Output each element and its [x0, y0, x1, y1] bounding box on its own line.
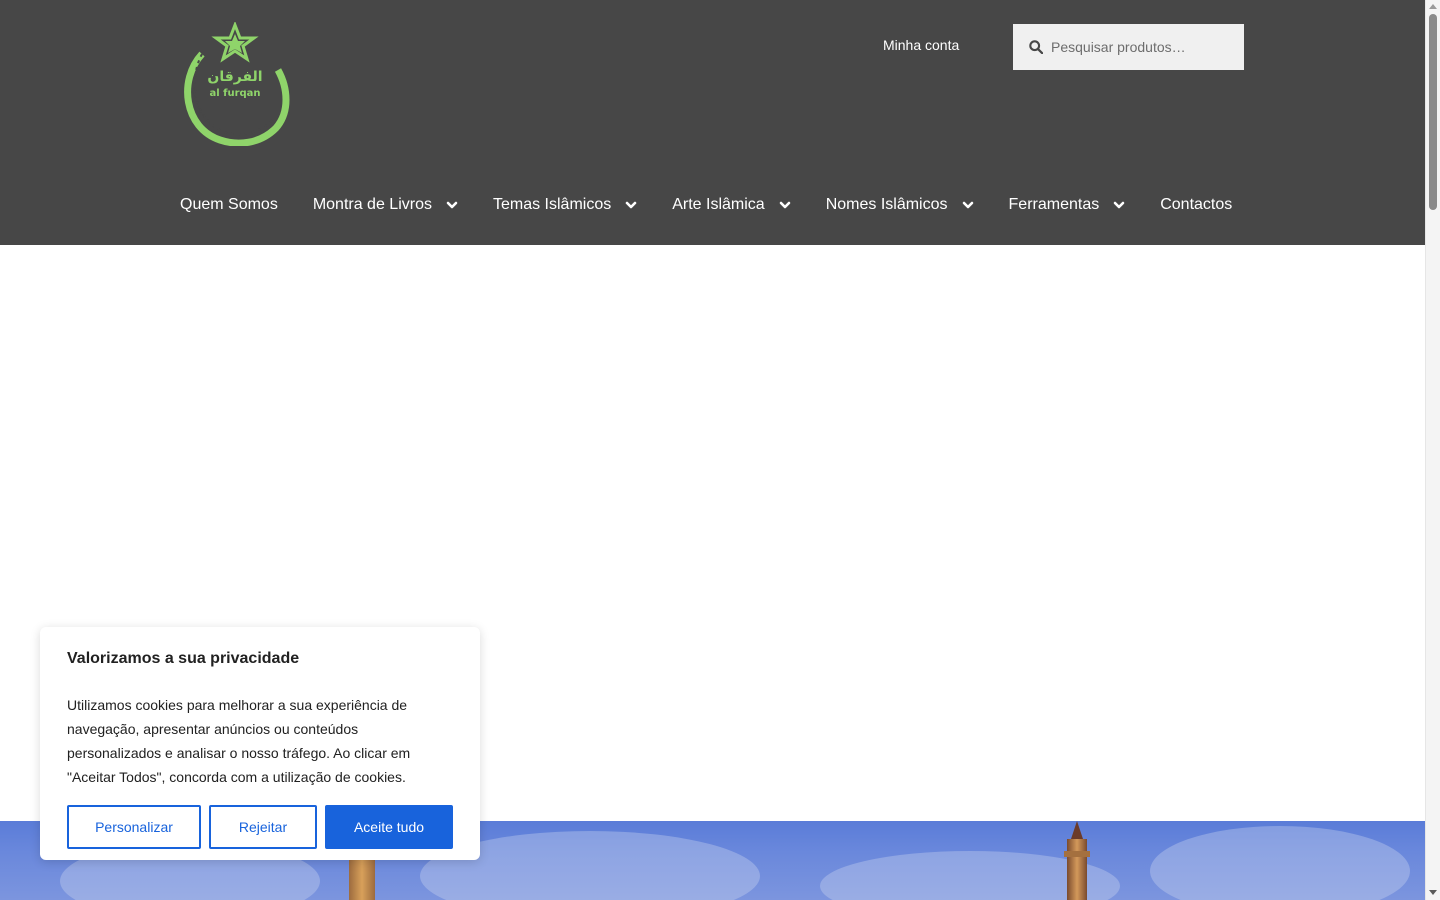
logo-arabic-text: الفرقان — [207, 69, 263, 85]
logo-latin-text: al furqan — [209, 88, 261, 99]
chevron-down-icon[interactable] — [779, 199, 791, 211]
nav-item-label: Temas Islâmicos — [492, 196, 612, 213]
minaret-left — [349, 860, 375, 900]
cookie-title: Valorizamos a sua privacidade — [67, 650, 300, 667]
hero-cloud — [1150, 826, 1410, 900]
chevron-down-icon[interactable] — [962, 199, 974, 211]
nav-item-label: Nomes Islâmicos — [825, 196, 948, 213]
page-scrollbar[interactable] — [1425, 0, 1440, 900]
chevron-down-icon[interactable] — [625, 199, 637, 211]
primary-navigation: Quem Somos Montra de Livros Temas Islâmi… — [180, 190, 1232, 220]
page: الفرقان al furqan Minha conta Quem Somos… — [0, 0, 1425, 900]
nav-item-temas-islamicos[interactable]: Temas Islâmicos — [493, 196, 637, 214]
reject-button[interactable]: Rejeitar — [209, 805, 317, 849]
search-icon — [1029, 40, 1043, 54]
minaret-right — [1062, 821, 1092, 900]
accept-all-button[interactable]: Aceite tudo — [325, 805, 453, 849]
nav-item-contactos[interactable]: Contactos — [1160, 196, 1232, 214]
nav-item-label: Quem Somos — [180, 196, 278, 213]
cookie-consent-banner: Valorizamos a sua privacidade Utilizamos… — [40, 627, 480, 860]
nav-item-ferramentas[interactable]: Ferramentas — [1009, 196, 1126, 214]
search-input[interactable] — [1051, 39, 1231, 55]
nav-item-label: Ferramentas — [1008, 196, 1100, 213]
nav-item-label: Contactos — [1160, 196, 1233, 213]
site-logo[interactable]: الفرقان al furqan — [180, 20, 290, 147]
scrollbar-thumb[interactable] — [1429, 14, 1437, 210]
chevron-down-icon[interactable] — [446, 199, 458, 211]
cookie-actions: Personalizar Rejeitar Aceite tudo — [67, 805, 453, 849]
product-search[interactable] — [1013, 24, 1244, 70]
nav-item-nomes-islamicos[interactable]: Nomes Islâmicos — [826, 196, 974, 214]
nav-item-arte-islamica[interactable]: Arte Islâmica — [672, 196, 791, 214]
scroll-up-arrow-icon[interactable] — [1429, 4, 1437, 9]
nav-item-quem-somos[interactable]: Quem Somos — [180, 196, 278, 214]
nav-item-label: Montra de Livros — [312, 196, 432, 213]
my-account-link[interactable]: Minha conta — [883, 37, 959, 53]
scroll-down-arrow-icon[interactable] — [1429, 890, 1437, 895]
customize-button[interactable]: Personalizar — [67, 805, 201, 849]
nav-item-label: Arte Islâmica — [672, 196, 765, 213]
nav-item-montra-de-livros[interactable]: Montra de Livros — [313, 196, 458, 214]
chevron-down-icon[interactable] — [1113, 199, 1125, 211]
cookie-description: Utilizamos cookies para melhorar a sua e… — [67, 697, 411, 785]
site-header: الفرقان al furqan Minha conta Quem Somos… — [0, 0, 1425, 245]
